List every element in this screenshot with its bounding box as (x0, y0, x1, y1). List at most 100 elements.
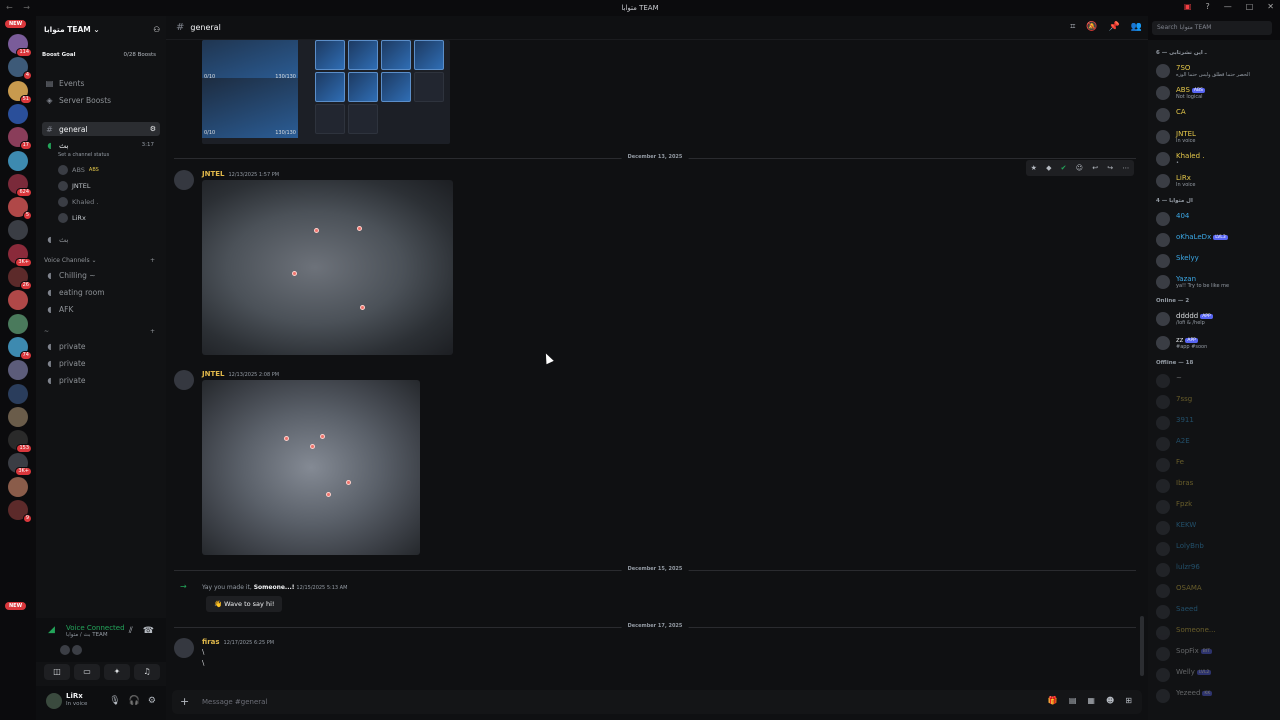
server-icon[interactable] (8, 383, 28, 404)
back-forward-icon[interactable]: ← → (6, 3, 34, 12)
server-icon[interactable]: 74 (8, 336, 32, 360)
member-item[interactable]: oKhaLeDx LVL3 (1154, 231, 1278, 249)
wave-button[interactable]: 👋 Wave to say hi! (206, 596, 283, 612)
voice-channel-main[interactable]: ◖ بث 3:17 (42, 138, 160, 152)
server-icon[interactable]: 3K+ (8, 453, 32, 477)
server-icon[interactable]: 114 (8, 34, 32, 57)
avatar[interactable] (174, 638, 194, 658)
emoji-icon[interactable]: ☻ (1106, 696, 1114, 705)
camera-button[interactable]: ◫ (44, 664, 70, 680)
member-item[interactable]: Fpzk (1154, 498, 1278, 516)
member-item[interactable]: 404 (1154, 210, 1278, 228)
apps-icon[interactable]: ⊞ (1125, 696, 1132, 705)
settings-icon[interactable]: ⚙ (150, 125, 156, 133)
member-item[interactable]: Skelyy (1154, 252, 1278, 270)
member-item[interactable]: A2E (1154, 435, 1278, 453)
member-item[interactable]: ABS ABS Not logical (1154, 84, 1278, 102)
add-channel-icon[interactable]: + (150, 328, 155, 335)
server-icon[interactable]: 3K+ (8, 243, 32, 267)
reaction-icon[interactable]: ◆ (1046, 164, 1051, 172)
message-author[interactable]: JNTEL (202, 170, 224, 178)
voice-channel-2[interactable]: ◖ بث (42, 232, 160, 246)
server-icon[interactable]: 4 (8, 57, 32, 81)
server-icon[interactable]: 5 (8, 197, 32, 221)
more-icon[interactable]: ⋯ (1122, 164, 1129, 172)
noise-suppression-icon[interactable]: ⫽ (129, 626, 133, 636)
server-icon[interactable] (8, 313, 28, 334)
microphone-icon[interactable]: 🎙 (109, 696, 120, 706)
invite-icon[interactable]: ⚇ (153, 25, 160, 34)
server-icon[interactable] (8, 476, 28, 497)
inbox-icon[interactable]: ▣ (1184, 2, 1192, 11)
member-item[interactable]: 3911 (1154, 414, 1278, 432)
reply-icon[interactable]: ↩ (1092, 164, 1098, 172)
avatar[interactable] (174, 370, 194, 390)
voice-channel[interactable]: ◖ Chilling ~ (42, 268, 160, 282)
help-icon[interactable]: ? (1205, 2, 1209, 11)
member-item[interactable]: CA (1154, 106, 1278, 124)
avatar[interactable] (46, 693, 62, 709)
member-item[interactable]: Khaled . • (1154, 150, 1278, 168)
gift-icon[interactable]: 🎁 (1048, 696, 1058, 705)
headphones-icon[interactable]: 🎧 (129, 696, 140, 706)
category-voice[interactable]: Voice Channels ⌄ + (44, 257, 155, 264)
avatar[interactable] (174, 170, 194, 190)
message-image-map[interactable] (202, 180, 453, 355)
events-link[interactable]: ▤ Events (42, 76, 160, 90)
member-item[interactable]: lulzr96 (1154, 561, 1278, 579)
notification-icon[interactable]: 🔕 (1086, 22, 1097, 32)
server-icon[interactable] (8, 406, 28, 427)
forward-icon[interactable]: ↪ (1107, 164, 1113, 172)
server-icon[interactable]: 624 (8, 173, 32, 197)
member-item[interactable]: LolyBnb (1154, 540, 1278, 558)
check-icon[interactable]: ✔ (1061, 164, 1067, 172)
member-item[interactable]: ~ (1154, 372, 1278, 390)
server-header[interactable]: متوابا TEAM ⌄ ⚇ (44, 22, 160, 36)
minimize-button[interactable]: — (1224, 2, 1232, 11)
screen-share-button[interactable]: ▭ (74, 664, 100, 680)
member-item[interactable]: Saeed (1154, 603, 1278, 621)
member-item[interactable]: OSAMA (1154, 582, 1278, 600)
add-reaction-icon[interactable]: ☺ (1076, 164, 1083, 172)
soundboard-button[interactable]: ♫ (134, 664, 160, 680)
server-icon[interactable]: 153 (8, 430, 32, 454)
voice-channel[interactable]: ◖ eating room (42, 285, 160, 299)
member-list-icon[interactable]: 👥 (1131, 22, 1142, 32)
channel-general[interactable]: # general ⚙ (42, 122, 160, 136)
member-item[interactable]: Yezeed KK (1154, 687, 1278, 705)
threads-icon[interactable]: ⌗ (1070, 22, 1075, 32)
member-item[interactable]: 7SO الحصر حتما قطلق وليس حتما الوزه (1154, 62, 1278, 80)
member-item[interactable]: ddddd APP/lofi & /help (1154, 310, 1278, 328)
disconnect-icon[interactable]: ☎ (143, 626, 154, 636)
add-channel-icon[interactable]: + (150, 257, 155, 264)
message-image-inventory[interactable]: 0/10 130/130 0/10 130/130 (202, 40, 450, 144)
server-boosts-link[interactable]: ◈ Server Boosts (42, 93, 160, 107)
member-item[interactable]: LiRx In voice (1154, 172, 1278, 190)
member-item[interactable]: JNTEL In voice (1154, 128, 1278, 146)
chat-scrollbar[interactable] (1140, 616, 1144, 676)
server-icon[interactable] (8, 290, 28, 311)
join-user[interactable]: Someone...! (254, 584, 295, 591)
message-input[interactable]: Message #general (202, 698, 267, 706)
category-private[interactable]: ~ + (44, 328, 155, 335)
member-item[interactable]: 7ssg (1154, 393, 1278, 411)
search-input[interactable]: Search متوابا TEAM (1152, 21, 1272, 35)
channel-status[interactable]: Set a channel status (58, 152, 109, 158)
avatar[interactable] (60, 645, 70, 655)
reaction-icon[interactable]: ★ (1031, 164, 1037, 172)
member-item[interactable]: Ibras (1154, 477, 1278, 495)
voice-channel-private[interactable]: ◖ private (42, 356, 160, 370)
boost-goal[interactable]: Boost Goal 0/28 Boosts (42, 48, 156, 62)
member-item[interactable]: zz APP #app #soon (1154, 334, 1278, 352)
gear-icon[interactable]: ⚙ (148, 696, 156, 706)
voice-channel-path[interactable]: بث / متوابا TEAM (66, 632, 108, 638)
message-author[interactable]: firas (202, 638, 220, 646)
server-icon[interactable] (8, 360, 28, 381)
avatar[interactable] (72, 645, 82, 655)
activities-button[interactable]: ✦ (104, 664, 130, 680)
member-item[interactable]: Fe (1154, 456, 1278, 474)
member-item[interactable]: SopFix BIT (1154, 645, 1278, 663)
voice-channel[interactable]: ◖ AFK (42, 302, 160, 316)
member-item[interactable]: Someone... (1154, 624, 1278, 642)
server-icon[interactable]: 51 (8, 80, 32, 104)
